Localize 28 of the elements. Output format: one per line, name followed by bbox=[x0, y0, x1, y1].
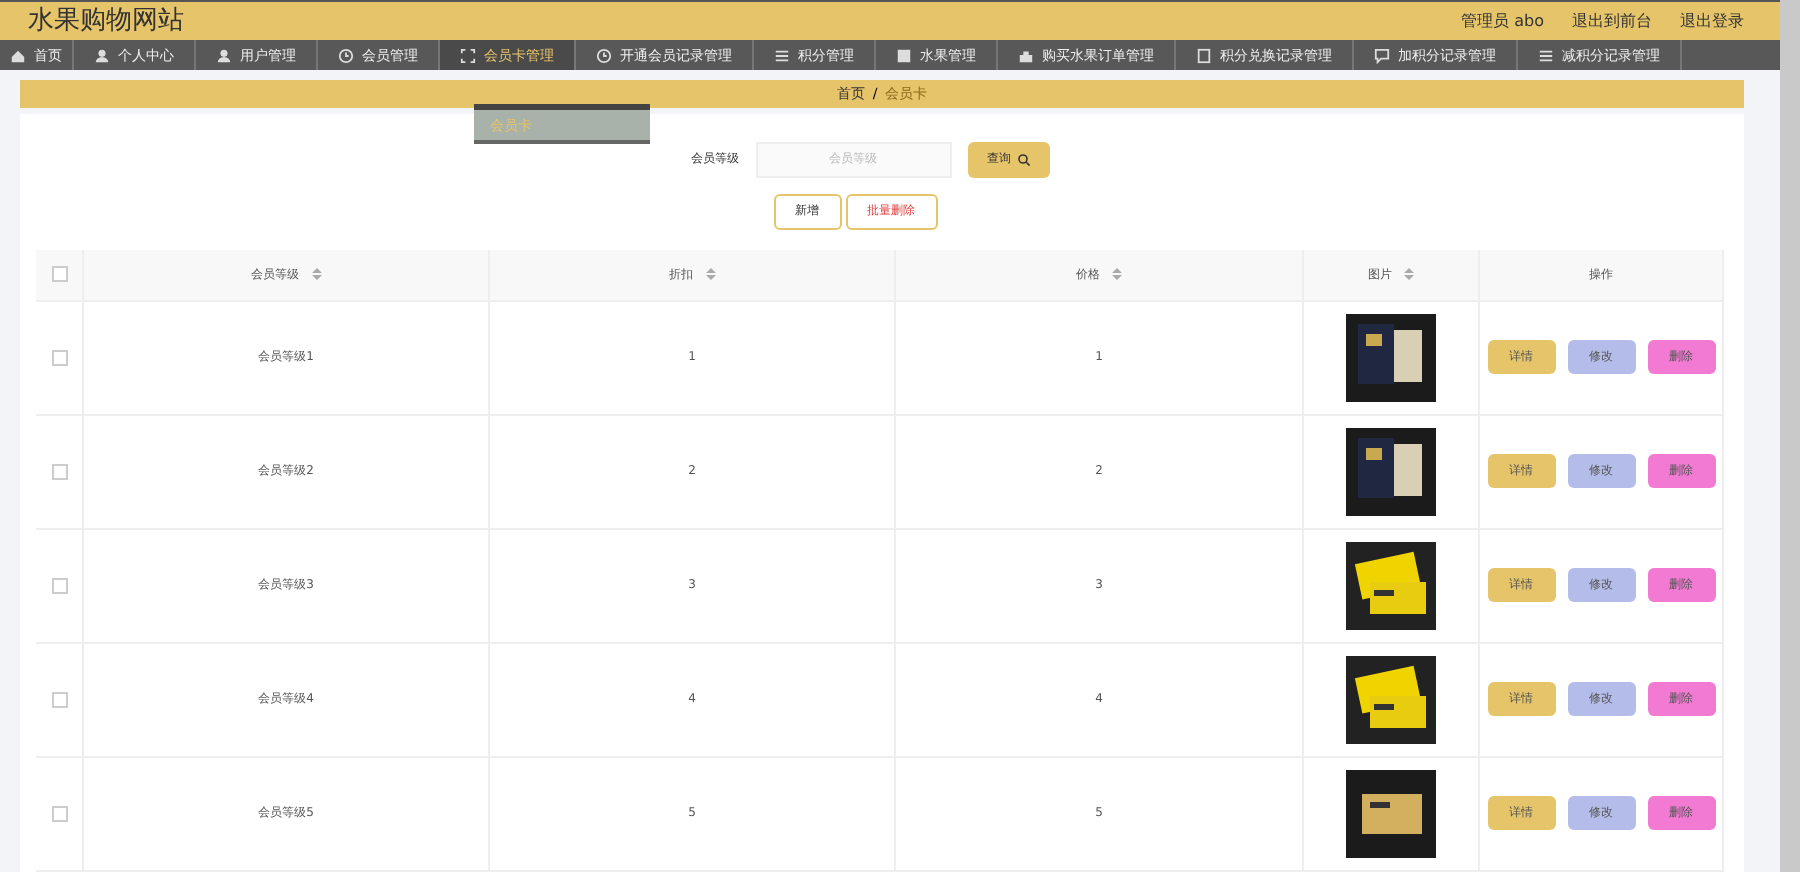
scrollbar[interactable] bbox=[1780, 0, 1800, 872]
search-icon bbox=[1017, 153, 1029, 166]
user-icon bbox=[94, 47, 110, 64]
list-icon bbox=[774, 47, 790, 64]
list-icon bbox=[1538, 47, 1554, 64]
header-link[interactable]: 管理员 abo bbox=[1461, 9, 1544, 32]
sort-icon[interactable] bbox=[1112, 268, 1122, 281]
header-link[interactable]: 退出登录 bbox=[1680, 9, 1744, 32]
sort-icon[interactable] bbox=[1404, 268, 1414, 281]
frame-icon bbox=[460, 47, 476, 64]
user-icon bbox=[216, 47, 232, 64]
site-title: 水果购物网站 bbox=[28, 4, 186, 39]
checkbox[interactable] bbox=[51, 266, 67, 283]
square-icon bbox=[896, 47, 912, 64]
sort-icon[interactable] bbox=[705, 268, 715, 281]
clock-icon bbox=[596, 47, 612, 64]
home-icon bbox=[10, 47, 26, 64]
clock-icon bbox=[338, 47, 354, 64]
sort-icon[interactable] bbox=[311, 268, 321, 281]
chat-icon bbox=[1374, 47, 1390, 64]
header-link[interactable]: 退出到前台 bbox=[1572, 9, 1652, 32]
checkbox[interactable] bbox=[51, 691, 67, 708]
checkbox[interactable] bbox=[51, 463, 67, 480]
checkbox[interactable] bbox=[51, 349, 67, 366]
document-icon bbox=[1196, 47, 1212, 64]
bag-icon bbox=[1018, 47, 1034, 64]
checkbox[interactable] bbox=[51, 805, 67, 822]
checkbox[interactable] bbox=[51, 577, 67, 594]
